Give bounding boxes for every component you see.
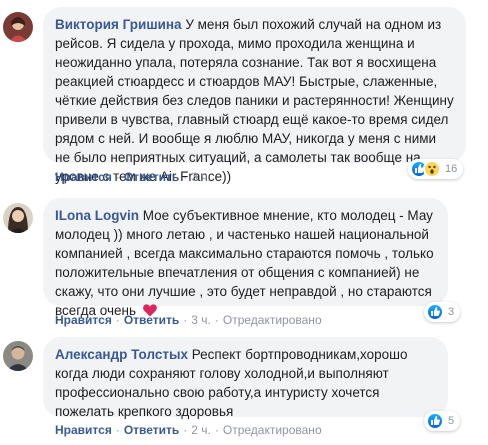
reactions-summary[interactable]: 5 xyxy=(424,411,461,431)
like-link[interactable]: Нравится xyxy=(55,423,112,437)
reaction-count: 16 xyxy=(445,163,458,175)
separator-dot: · xyxy=(115,313,120,327)
comment-author[interactable]: ILona Logvin xyxy=(55,208,139,223)
comment-bubble: ILona Logvin Мое субъективное мнение, кт… xyxy=(43,198,448,318)
reaction-count: 3 xyxy=(448,306,455,318)
like-link[interactable]: Нравится xyxy=(55,170,112,184)
like-reaction-icon xyxy=(426,303,444,321)
comment-text: У меня был похожий случай на одном из ре… xyxy=(55,17,454,184)
separator-dot: · xyxy=(183,423,188,437)
comment-actions: Нравится · Ответить · 3 ч. · Отредактировано xyxy=(55,313,322,327)
edited-label[interactable]: Отредактировано xyxy=(223,423,322,437)
comment-actions: Нравится · Ответить · 2 ч. · Отредактировано xyxy=(55,423,322,437)
separator-dot: · xyxy=(214,423,219,437)
reply-link[interactable]: Ответить xyxy=(124,313,179,327)
separator-dot: · xyxy=(183,313,188,327)
comment-author[interactable]: Виктория Гришина xyxy=(55,17,182,32)
separator-dot: · xyxy=(214,313,219,327)
separator-dot: · xyxy=(115,423,120,437)
reactions-summary[interactable]: 3 xyxy=(424,302,461,322)
wow-reaction-icon xyxy=(423,160,441,178)
comment-text: Мое субъективное мнение, кто молодец - М… xyxy=(55,208,434,318)
comment-timestamp[interactable]: 3 ч. xyxy=(191,170,211,184)
comment-bubble: Виктория Гришина У меня был похожий случ… xyxy=(43,7,466,184)
separator-dot: · xyxy=(183,170,188,184)
reaction-count: 5 xyxy=(448,415,455,427)
comment-timestamp[interactable]: 3 ч. xyxy=(191,313,211,327)
separator-dot: · xyxy=(115,170,120,184)
reactions-summary[interactable]: 16 xyxy=(408,159,464,179)
reply-link[interactable]: Ответить xyxy=(124,170,179,184)
avatar[interactable] xyxy=(3,203,33,233)
like-reaction-icon xyxy=(426,412,444,430)
avatar[interactable] xyxy=(3,341,33,371)
reply-link[interactable]: Ответить xyxy=(124,423,179,437)
like-link[interactable]: Нравится xyxy=(55,313,112,327)
avatar[interactable] xyxy=(3,12,33,42)
comment-timestamp[interactable]: 2 ч. xyxy=(191,423,211,437)
comment-bubble: Александр Толстых Респект бортпроводника… xyxy=(43,337,448,419)
comment-author[interactable]: Александр Толстых xyxy=(55,347,188,362)
edited-label[interactable]: Отредактировано xyxy=(223,313,322,327)
comment-actions: Нравится · Ответить · 3 ч. xyxy=(55,170,211,184)
